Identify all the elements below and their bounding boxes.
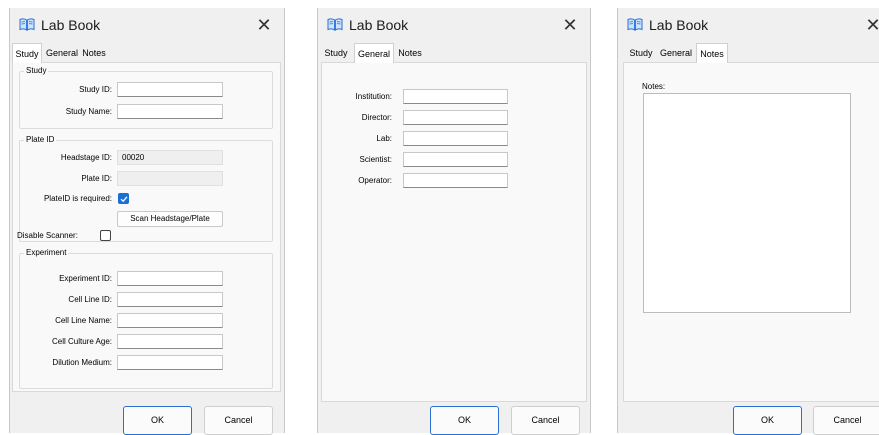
experiment-id-field[interactable] (117, 271, 223, 286)
plate-id-field (117, 171, 223, 186)
window-title: Lab Book (649, 17, 708, 33)
close-button[interactable]: ✕ (858, 12, 879, 38)
study-id-label: Study ID: (20, 85, 112, 94)
institution-label: Institution: (322, 92, 392, 101)
tab-general[interactable]: General (44, 45, 80, 62)
study-id-field[interactable] (117, 82, 223, 97)
book-icon (19, 18, 35, 31)
lab-field[interactable] (403, 131, 508, 146)
close-icon: ✕ (865, 15, 879, 35)
cancel-button[interactable]: Cancel (813, 406, 879, 435)
tab-general[interactable]: General (658, 45, 694, 62)
title-bar: Lab Book ✕ (10, 8, 284, 42)
tab-panel-general: Institution: Director: Lab: Scientist: O… (321, 62, 587, 402)
ok-button[interactable]: OK (123, 406, 192, 435)
tab-notes[interactable]: Notes (696, 43, 728, 63)
cancel-button[interactable]: Cancel (511, 406, 580, 435)
group-title: Plate ID (24, 135, 56, 144)
tab-notes[interactable]: Notes (80, 45, 108, 62)
plate-id-label: Plate ID: (20, 174, 112, 183)
headstage-id-field: 00020 (117, 150, 223, 165)
director-label: Director: (322, 113, 392, 122)
dilution-medium-field[interactable] (117, 355, 223, 370)
lab-book-dialog-notes: Lab Book ✕ Study General Notes Notes: OK… (617, 8, 879, 433)
disable-scanner-label: Disable Scanner: (17, 231, 78, 240)
dilution-medium-label: Dilution Medium: (20, 358, 112, 367)
operator-field[interactable] (403, 173, 508, 188)
plateid-required-label: PlateID is required: (20, 194, 112, 203)
lab-book-dialog-study: Lab Book ✕ Study General Notes Study Stu… (9, 8, 285, 433)
cell-line-name-label: Cell Line Name: (20, 316, 112, 325)
title-bar: Lab Book ✕ (618, 8, 879, 42)
title-bar: Lab Book ✕ (318, 8, 590, 42)
tab-panel-notes: Notes: (623, 62, 879, 402)
ok-button[interactable]: OK (733, 406, 802, 435)
cell-culture-age-label: Cell Culture Age: (20, 337, 112, 346)
cell-line-id-label: Cell Line ID: (20, 295, 112, 304)
window-title: Lab Book (349, 17, 408, 33)
study-name-label: Study Name: (20, 107, 112, 116)
study-name-field[interactable] (117, 104, 223, 119)
close-icon: ✕ (562, 15, 577, 35)
notes-textarea[interactable] (643, 93, 851, 313)
institution-field[interactable] (403, 89, 508, 104)
notes-label: Notes: (642, 82, 665, 91)
book-icon (327, 18, 343, 31)
tab-study[interactable]: Study (628, 45, 654, 62)
disable-scanner-checkbox[interactable] (100, 230, 111, 241)
close-icon: ✕ (256, 15, 271, 35)
group-title: Experiment (24, 248, 68, 257)
cancel-button[interactable]: Cancel (204, 406, 273, 435)
cell-line-name-field[interactable] (117, 313, 223, 328)
experiment-group: Experiment Experiment ID: Cell Line ID: … (19, 253, 273, 389)
tab-study[interactable]: Study (12, 43, 42, 63)
window-title: Lab Book (41, 17, 100, 33)
director-field[interactable] (403, 110, 508, 125)
tab-general[interactable]: General (354, 43, 394, 63)
plate-id-group: Plate ID Headstage ID: 00020 Plate ID: P… (19, 140, 273, 242)
scientist-label: Scientist: (322, 155, 392, 164)
study-group: Study Study ID: Study Name: (19, 71, 273, 129)
tab-study[interactable]: Study (322, 45, 350, 62)
ok-button[interactable]: OK (430, 406, 499, 435)
scientist-field[interactable] (403, 152, 508, 167)
cell-culture-age-field[interactable] (117, 334, 223, 349)
scan-headstage-plate-button[interactable]: Scan Headstage/Plate (117, 211, 223, 227)
headstage-id-label: Headstage ID: (20, 153, 112, 162)
book-icon (627, 18, 643, 31)
close-button[interactable]: ✕ (249, 12, 279, 38)
experiment-id-label: Experiment ID: (20, 274, 112, 283)
cell-line-id-field[interactable] (117, 292, 223, 307)
tab-notes[interactable]: Notes (396, 45, 424, 62)
checkmark-icon (120, 195, 128, 203)
tab-panel-study: Study Study ID: Study Name: Plate ID Hea… (12, 62, 281, 392)
group-title: Study (24, 66, 48, 75)
lab-book-dialog-general: Lab Book ✕ Study General Notes Instituti… (317, 8, 591, 433)
lab-label: Lab: (322, 134, 392, 143)
close-button[interactable]: ✕ (555, 12, 585, 38)
operator-label: Operator: (322, 176, 392, 185)
plateid-required-checkbox[interactable] (118, 193, 129, 204)
